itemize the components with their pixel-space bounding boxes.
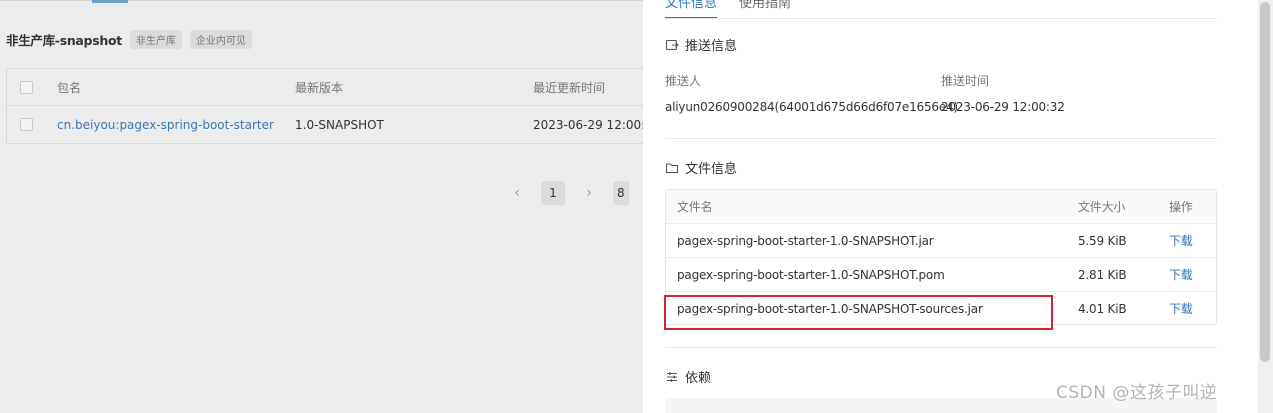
tab-usage-guide[interactable]: 使用指南 [739, 0, 791, 19]
file-name: pagex-spring-boot-starter-1.0-SNAPSHOT.p… [677, 268, 945, 282]
push-time-label: 推送时间 [941, 74, 990, 88]
file-info-title: 文件信息 [685, 162, 738, 177]
push-info-heading: 推送信息 [665, 35, 737, 54]
repo-tag-nonprod: 非生产库 [129, 30, 182, 49]
dependencies-title: 依赖 [685, 371, 712, 386]
file-name: pagex-spring-boot-starter-1.0-SNAPSHOT-s… [677, 302, 983, 316]
row-checkbox[interactable] [20, 118, 33, 131]
drawer-scrollbar[interactable] [1258, 0, 1273, 413]
repo-header: 非生产库-snapshot 非生产库 企业内可见 [6, 30, 252, 49]
scrollbar-thumb[interactable] [1260, 2, 1270, 362]
file-table: 文件名 文件大小 操作 pagex-spring-boot-starter-1.… [665, 189, 1217, 325]
section-divider [665, 347, 1217, 348]
table-row: pagex-spring-boot-starter-1.0-SNAPSHOT-s… [666, 292, 1216, 326]
pusher-label: 推送人 [665, 74, 702, 88]
section-divider [665, 138, 1217, 139]
push-icon [665, 39, 679, 50]
download-link[interactable]: 下载 [1169, 292, 1193, 326]
col-header-updated: 最近更新时间 [533, 80, 606, 95]
pusher-value: aliyun0260900284(64001d675d66d6f07e1656e… [665, 100, 958, 114]
download-link[interactable]: 下载 [1169, 224, 1193, 258]
repo-title: 非生产库-snapshot [6, 33, 122, 48]
page-number-current[interactable]: 1 [541, 181, 565, 205]
file-name: pagex-spring-boot-starter-1.0-SNAPSHOT.j… [677, 234, 934, 248]
dependencies-heading: 依赖 [665, 367, 711, 386]
file-size: 4.01 KiB [1078, 302, 1127, 316]
download-link[interactable]: 下载 [1169, 258, 1193, 292]
folder-icon [665, 162, 679, 173]
select-all-checkbox[interactable] [20, 80, 33, 94]
file-detail-drawer: 文件信息 使用指南 推送信息 推送人 aliyun0260900284(6400… [643, 0, 1258, 413]
tab-file-info[interactable]: 文件信息 [665, 0, 718, 19]
tabs-divider [665, 18, 1217, 19]
table-row: pagex-spring-boot-starter-1.0-SNAPSHOT.j… [666, 224, 1216, 258]
file-size: 2.81 KiB [1078, 268, 1127, 282]
file-info-heading: 文件信息 [665, 158, 737, 177]
watermark: CSDN @这孩子叫逆 [1056, 383, 1218, 403]
repo-tag-visibility: 企业内可见 [189, 30, 252, 49]
table-row: cn.beiyou:pagex-spring-boot-starter 1.0-… [7, 106, 643, 143]
file-size: 5.59 KiB [1078, 234, 1127, 248]
prev-page-icon[interactable]: ‹ [511, 185, 523, 201]
background-tab-underline [0, 0, 643, 4]
next-page-icon[interactable]: › [583, 185, 595, 201]
col-header-operation: 操作 [1169, 200, 1193, 214]
col-header-package: 包名 [57, 80, 82, 95]
package-table: 包名 最新版本 最近更新时间 cn.beiyou:pagex-spring-bo… [6, 68, 643, 144]
col-header-version: 最新版本 [295, 80, 344, 95]
file-table-header: 文件名 文件大小 操作 [666, 190, 1216, 224]
push-time-value: 2023-06-29 12:00:32 [941, 100, 1065, 114]
page-size-select[interactable]: 8 [613, 181, 629, 205]
package-updated-time: 2023-06-29 12:00:34 [533, 117, 643, 132]
push-info-title: 推送信息 [685, 39, 738, 54]
pagination: ‹ 1 › 8 [511, 181, 629, 205]
drawer-tabs: 文件信息 使用指南 [665, 0, 791, 19]
col-header-filesize: 文件大小 [1078, 200, 1126, 214]
background-page: 非生产库-snapshot 非生产库 企业内可见 包名 最新版本 最近更新时间 … [0, 0, 643, 413]
package-version: 1.0-SNAPSHOT [295, 117, 384, 132]
package-table-header: 包名 最新版本 最近更新时间 [7, 69, 643, 106]
background-active-tab-indicator [92, 0, 128, 3]
sliders-icon [667, 371, 677, 382]
table-row: pagex-spring-boot-starter-1.0-SNAPSHOT.p… [666, 258, 1216, 292]
col-header-filename: 文件名 [677, 200, 713, 214]
package-name-link[interactable]: cn.beiyou:pagex-spring-boot-starter [57, 118, 274, 132]
